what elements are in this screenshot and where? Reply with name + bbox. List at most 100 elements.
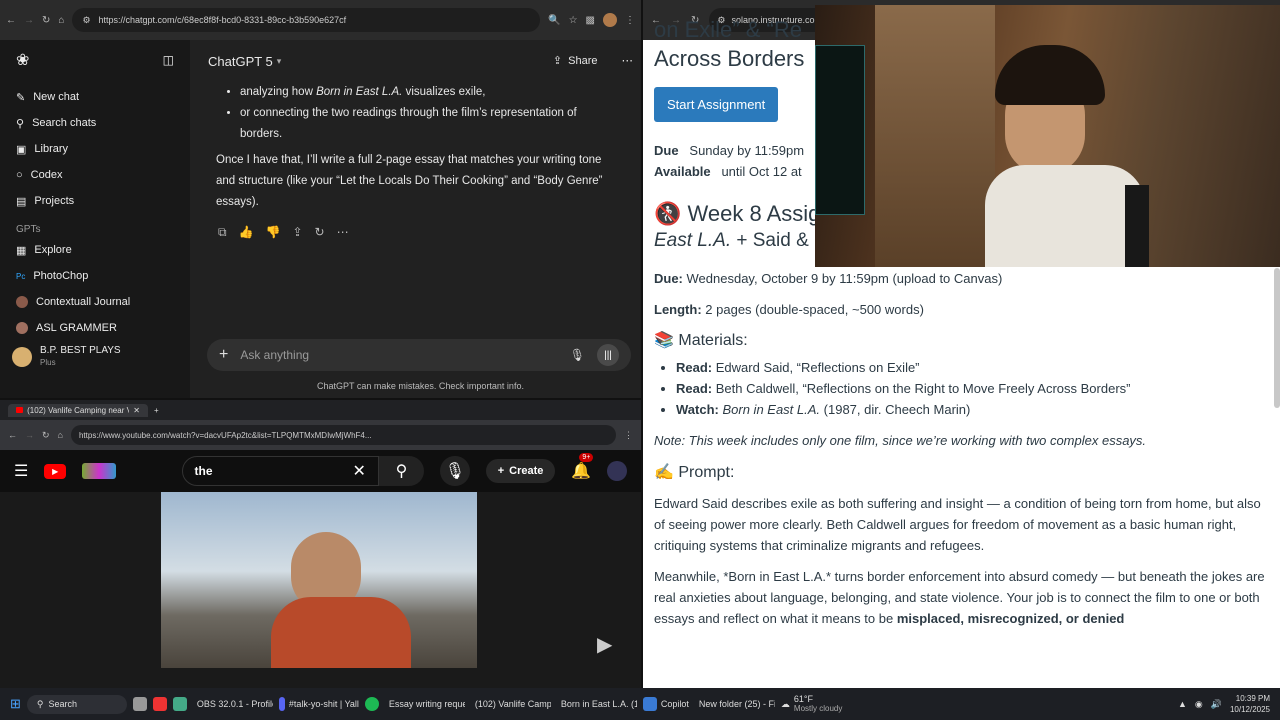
back-icon[interactable]: ← <box>6 15 16 26</box>
gpt-avatar-icon <box>16 296 28 308</box>
sidebar-item-label: Contextuall Journal <box>36 296 131 308</box>
materials-heading: 📚 Materials: <box>654 332 748 349</box>
sidebar-item-contextuall-journal[interactable]: Contextuall Journal <box>0 289 190 315</box>
list-item: Watch: Born in East L.A. (1987, dir. Che… <box>676 399 1270 420</box>
sidebar-item-asl-grammer[interactable]: ASL GRAMMER <box>0 315 190 341</box>
model-selector[interactable]: ChatGPT 5 ▾ <box>208 51 281 72</box>
home-icon[interactable]: ⌂ <box>58 430 63 440</box>
sidebar-item-label: Codex <box>30 169 63 181</box>
plus-icon[interactable]: + <box>219 346 228 364</box>
share-icon: ⇪ <box>552 54 563 67</box>
openai-logo-icon[interactable]: ❀ <box>16 50 29 70</box>
composer: + Ask anything 🎙 ||| <box>207 339 631 371</box>
sidebar-item-label: Search chats <box>32 117 97 129</box>
sidebar-item-search-chats[interactable]: ⚲ Search chats <box>0 110 190 136</box>
youtube-logo-icon[interactable]: ▶ <box>44 463 67 479</box>
list-item: Read: Edward Said, “Reflections on Exile… <box>676 357 1270 378</box>
thumbs-down-icon[interactable]: 👎 <box>266 222 281 243</box>
reload-icon[interactable]: ↻ <box>42 15 50 26</box>
composer-input[interactable]: Ask anything <box>240 348 557 362</box>
share-icon[interactable]: ⇪ <box>292 222 302 243</box>
regenerate-icon[interactable]: ↻ <box>315 222 325 243</box>
forward-icon[interactable]: → <box>25 430 34 440</box>
pinned-app-icon[interactable] <box>132 697 147 711</box>
spotify-icon[interactable] <box>364 697 379 711</box>
video-person-jacket <box>271 597 411 668</box>
video-player[interactable]: ▶ <box>0 492 641 690</box>
discord-icon <box>278 697 285 711</box>
menu-dots-icon[interactable]: ⋮ <box>624 430 633 441</box>
site-info-icon[interactable]: ⚙ <box>82 15 90 26</box>
scrollbar[interactable] <box>1274 268 1280 408</box>
thumbs-up-icon[interactable]: 👍 <box>239 222 254 243</box>
taskbar-app-canvas[interactable]: Born in East L.A. (19 <box>557 697 637 711</box>
more-options-icon[interactable]: ⋯ <box>337 222 349 243</box>
address-text: https://chatgpt.com/c/68ec8f8f-bcd0-8331… <box>98 15 347 25</box>
taskbar-app-youtube[interactable]: (102) Vanlife Campi <box>471 697 551 711</box>
prompt-paragraph-2: Meanwhile, *Born in East L.A.* turns bor… <box>654 569 1265 626</box>
pinned-app-icon[interactable] <box>152 697 167 711</box>
taskbar-app-copilot[interactable]: Copilot <box>642 697 689 711</box>
start-assignment-button[interactable]: Start Assignment <box>654 87 779 122</box>
books-icon: 📚 <box>654 332 674 349</box>
share-button[interactable]: ⇪ Share <box>553 51 598 72</box>
wifi-icon[interactable]: ◉ <box>1195 699 1203 710</box>
sidebar-item-photochop[interactable]: Pc PhotoChop <box>0 263 190 289</box>
search-icon[interactable]: ⚲ <box>378 456 425 486</box>
person-shirt <box>985 165 1145 267</box>
home-icon[interactable]: ⌂ <box>58 15 64 26</box>
address-bar[interactable]: ⚙ https://chatgpt.com/c/68ec8f8f-bcd0-83… <box>72 8 541 32</box>
taskbar-search[interactable]: ⚲ Search <box>26 694 127 714</box>
taskbar-app-discord[interactable]: #talk-yo-shit | Yall <box>278 697 359 711</box>
tab-youtube[interactable]: (102) Vanlife Camping near Volc ✕ <box>8 403 148 417</box>
bookmark-star-icon[interactable]: ☆ <box>569 15 578 26</box>
system-tray: ▲ ◉ 🔊 10:39 PM 10/12/2025 <box>1178 693 1280 715</box>
search-value: the <box>194 464 213 478</box>
create-button[interactable]: + Create <box>485 459 556 483</box>
more-options-icon[interactable]: ⋯ <box>622 51 634 72</box>
address-bar[interactable]: https://www.youtube.com/watch?v=dacvUFAp… <box>70 425 616 445</box>
list-item: Read: Beth Caldwell, “Reflections on the… <box>676 378 1270 399</box>
copilot-icon <box>642 697 657 711</box>
sidebar-toggle-icon[interactable]: ◫ <box>163 53 174 67</box>
pinned-app-icon[interactable] <box>172 697 187 711</box>
clear-icon[interactable]: ✕ <box>352 461 365 481</box>
weather-widget[interactable]: ☁ 61°F Mostly cloudy <box>781 694 842 714</box>
windows-start-icon[interactable]: ⊞ <box>10 696 21 712</box>
clock[interactable]: 10:39 PM 10/12/2025 <box>1230 693 1270 715</box>
gpt-avatar-icon <box>16 322 28 334</box>
close-icon[interactable]: ✕ <box>133 406 140 415</box>
youtube-header: ☰ ▶ the ✕ ⚲ 🎙 + Create 🔔 9+ <box>0 450 641 492</box>
chevron-up-icon[interactable]: ▲ <box>1178 699 1187 709</box>
forward-icon[interactable]: → <box>24 15 34 26</box>
profile-avatar-icon[interactable] <box>603 13 617 27</box>
reload-icon[interactable]: ↻ <box>42 430 50 441</box>
taskbar-app-explorer[interactable]: New folder (25) - Fi <box>695 697 775 711</box>
avatar <box>12 347 32 367</box>
youtube-favicon-icon <box>16 407 24 413</box>
new-tab-icon[interactable]: + <box>154 406 159 415</box>
sidebar-item-explore[interactable]: ▦ Explore <box>0 237 190 263</box>
copy-icon[interactable]: ⧉ <box>218 222 227 243</box>
sidebar-item-projects[interactable]: ▤ Projects <box>0 188 190 214</box>
avatar[interactable] <box>607 461 628 481</box>
voice-mode-icon[interactable]: ||| <box>597 344 619 366</box>
sidebar-item-codex[interactable]: ○ Codex <box>0 162 190 188</box>
extensions-icon[interactable]: ▩ <box>586 15 595 26</box>
menu-dots-icon[interactable]: ⋮ <box>625 15 635 26</box>
sidebar-item-library[interactable]: ▣ Library <box>0 136 190 162</box>
search-input[interactable]: the ✕ <box>181 456 379 486</box>
zoom-icon[interactable]: 🔍 <box>548 15 560 26</box>
account-menu[interactable]: B.P. BEST PLAYS Plus <box>0 341 190 373</box>
microphone-icon[interactable]: 🎙 <box>570 348 585 362</box>
microphone-icon[interactable]: 🎙 <box>440 456 470 486</box>
tab-strip: (102) Vanlife Camping near Volc ✕ + <box>0 400 641 420</box>
taskbar-app-obs[interactable]: OBS 32.0.1 - Profile: <box>193 697 273 711</box>
no-pedestrians-icon: 🚷 <box>654 201 682 226</box>
sidebar-item-new-chat[interactable]: ✎ New chat <box>0 84 190 110</box>
notifications-icon[interactable]: 🔔 9+ <box>571 453 594 481</box>
taskbar-app-chatgpt[interactable]: Essay writing reque <box>385 697 465 711</box>
hamburger-icon[interactable]: ☰ <box>14 461 28 481</box>
back-icon[interactable]: ← <box>8 430 17 440</box>
volume-icon[interactable]: 🔊 <box>1211 699 1222 710</box>
